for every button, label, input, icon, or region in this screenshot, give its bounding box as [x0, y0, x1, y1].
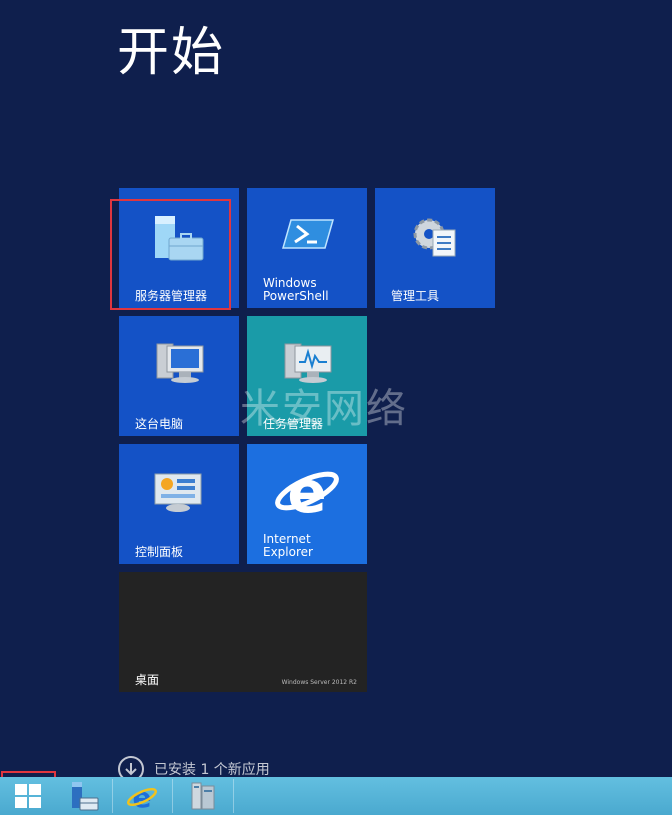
tile-label: 桌面	[135, 673, 160, 687]
tile-admin-tools[interactable]: 管理工具	[375, 188, 495, 308]
svg-text:e: e	[287, 458, 326, 526]
tile-label: 这台电脑	[135, 417, 184, 431]
admin-tools-icon	[413, 218, 456, 257]
watermark: 米安网络	[240, 386, 408, 432]
tile-label: Windows PowerShell	[263, 276, 329, 303]
tile-internet-explorer[interactable]: e Internet Explorer	[247, 444, 367, 564]
taskbar-separator	[172, 779, 173, 813]
powershell-icon	[282, 219, 334, 249]
tile-server-manager[interactable]: 服务器管理器	[119, 188, 239, 308]
windows-server-brand: Windows Server 2012 R2	[281, 679, 357, 686]
computer-icon	[156, 343, 204, 383]
tile-label: 服务器管理器	[135, 289, 208, 303]
internet-explorer-icon: e	[126, 781, 158, 812]
taskbar-separator	[233, 779, 234, 813]
svg-text:e: e	[133, 781, 152, 812]
notification-text: 已安装 1 个新应用	[154, 762, 270, 778]
start-button[interactable]	[0, 777, 56, 815]
tile-this-pc[interactable]: 这台电脑	[119, 316, 239, 436]
server-manager-icon	[155, 216, 204, 261]
taskbar-internet-explorer[interactable]: e	[113, 777, 171, 815]
taskbar-file-explorer[interactable]	[174, 777, 232, 815]
tile-powershell[interactable]: Windows PowerShell	[247, 188, 367, 308]
windows-logo-icon	[15, 784, 41, 808]
tile-control-panel[interactable]: 控制面板	[119, 444, 239, 564]
file-explorer-icon	[191, 782, 215, 810]
start-title: 开始	[117, 23, 226, 83]
taskbar-server-manager[interactable]	[56, 777, 112, 815]
server-manager-icon	[72, 782, 99, 811]
taskbar: e	[0, 777, 672, 815]
tile-label: 管理工具	[391, 289, 440, 303]
internet-explorer-icon: e	[275, 458, 339, 526]
tile-label: Internet Explorer	[263, 532, 313, 559]
tile-desktop[interactable]: 桌面 Windows Server 2012 R2	[119, 572, 367, 692]
control-panel-icon	[154, 473, 202, 512]
tile-label: 控制面板	[135, 545, 184, 559]
